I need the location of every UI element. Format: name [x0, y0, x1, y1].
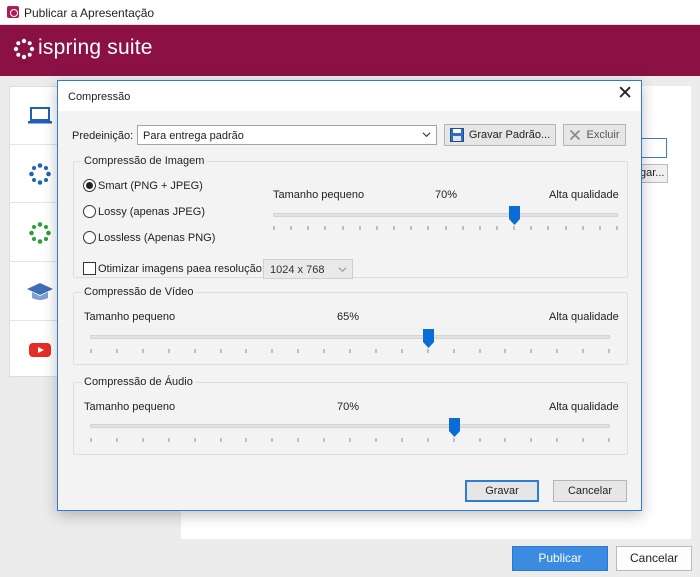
audio-slider-min-label: Tamanho pequeno [84, 401, 176, 413]
image-slider-value: 70% [435, 189, 458, 201]
audio-slider-ticks [90, 438, 610, 442]
radio-smart[interactable] [83, 179, 96, 192]
image-quality-slider-track[interactable] [273, 213, 618, 217]
ispring-app-icon [7, 6, 19, 18]
ispring-logo-icon [13, 38, 35, 60]
video-quality-slider-thumb[interactable] [422, 329, 434, 348]
video-quality-slider-track[interactable] [90, 335, 610, 339]
radio-lossy-label: Lossy (apenas JPEG) [98, 206, 205, 218]
sparkle-green-icon [29, 221, 51, 244]
video-slider-ticks [90, 349, 610, 353]
resolution-value: 1024 x 768 [270, 264, 325, 276]
preset-value: Para entrega padrão [143, 130, 244, 142]
dialog-titlebar: Compressão ✕ [58, 81, 641, 111]
dialog-title: Compressão [68, 91, 131, 103]
audio-slider-value: 70% [337, 401, 360, 413]
brand-name: ispring suite [38, 36, 153, 59]
save-button[interactable]: Gravar [465, 480, 539, 502]
window-titlebar: Publicar a Apresentação [0, 0, 700, 25]
save-button-label: Gravar [485, 485, 519, 497]
brand-banner: ispring suite [0, 25, 700, 76]
audio-quality-slider-thumb[interactable] [448, 418, 460, 437]
radio-lossless-label: Lossless (Apenas PNG) [98, 232, 216, 244]
preset-dropdown[interactable]: Para entrega padrão [137, 125, 437, 145]
resolution-dropdown[interactable]: 1024 x 768 [263, 259, 353, 279]
chevron-down-icon [338, 267, 347, 273]
optimize-resolution-label: Otimizar imagens paea resolução: [98, 263, 265, 275]
radio-smart-label: Smart (PNG + JPEG) [98, 180, 203, 192]
video-compression-title: Compressão de Vídeo [82, 286, 196, 298]
preset-label: Predeinição: [72, 130, 134, 142]
image-compression-title: Compressão de Imagem [82, 155, 207, 167]
graduation-cap-icon [27, 282, 53, 300]
sparkle-blue-icon [29, 162, 51, 185]
image-slider-min-label: Tamanho pequeno [273, 189, 365, 201]
radio-lossless[interactable] [83, 231, 96, 244]
delete-preset-label: Excluir [586, 129, 620, 141]
delete-preset-button[interactable]: Excluir [563, 124, 626, 146]
cancel-button-label: Cancelar [567, 485, 613, 497]
publish-button[interactable]: Publicar [512, 546, 608, 571]
optimize-resolution-checkbox[interactable] [83, 262, 96, 275]
video-slider-value: 65% [337, 311, 360, 323]
laptop-icon [28, 106, 52, 123]
outer-cancel-button[interactable]: Cancelar [616, 546, 692, 571]
chevron-down-icon [422, 132, 431, 138]
save-preset-button[interactable]: Gravar Padrão... [444, 124, 556, 146]
audio-quality-slider-track[interactable] [90, 424, 610, 428]
dialog-close-icon[interactable]: ✕ [617, 84, 633, 104]
video-slider-max-label: Alta qualidade [549, 311, 619, 323]
delete-x-icon [570, 129, 581, 141]
youtube-icon [29, 343, 51, 357]
radio-lossy[interactable] [83, 205, 96, 218]
audio-compression-title: Compressão de Áudio [82, 376, 195, 388]
image-slider-ticks [273, 226, 618, 230]
image-quality-slider-thumb[interactable] [509, 206, 520, 225]
cancel-button[interactable]: Cancelar [553, 480, 627, 502]
save-preset-label: Gravar Padrão... [468, 129, 551, 141]
window-title: Publicar a Apresentação [24, 6, 155, 20]
floppy-disk-icon [449, 128, 464, 142]
audio-compression-group: Compressão de Áudio [73, 376, 628, 455]
audio-slider-max-label: Alta qualidade [549, 401, 619, 413]
compression-dialog: Compressão ✕ Predeinição: Para entrega p… [57, 80, 642, 511]
image-slider-max-label: Alta qualidade [549, 189, 619, 201]
video-slider-min-label: Tamanho pequeno [84, 311, 176, 323]
